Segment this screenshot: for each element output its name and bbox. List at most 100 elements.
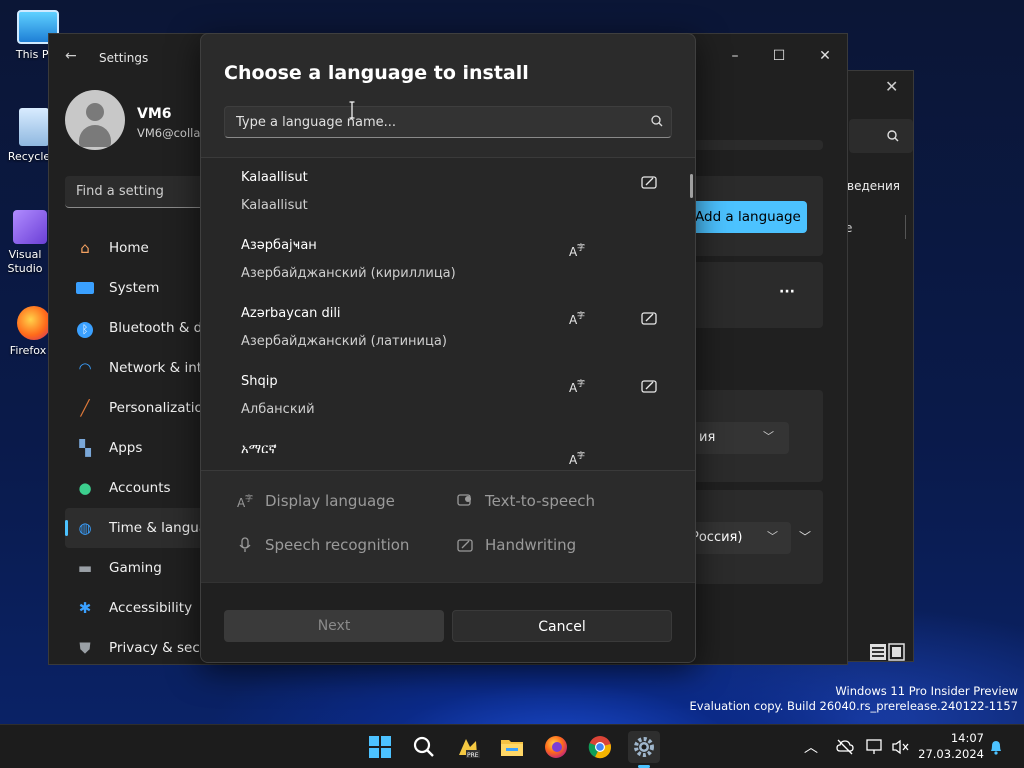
network-icon[interactable]: [866, 739, 884, 755]
visual-studio-icon: [13, 210, 47, 244]
pre-app-button[interactable]: PRE: [452, 731, 484, 763]
search-icon: [651, 115, 663, 127]
search-icon: [887, 130, 899, 142]
find-setting-placeholder: Find a setting: [76, 184, 164, 199]
list-item[interactable]: Azərbaycan dili Азербайджанский (латиниц…: [201, 294, 695, 362]
gamepad-icon: ▬: [77, 559, 93, 577]
list-item[interactable]: Азәрбајҹан Азербайджанский (кириллица) A…: [201, 226, 695, 294]
country-dropdown[interactable]: ия ﹀: [683, 422, 789, 454]
more-options-icon[interactable]: ···: [779, 284, 795, 300]
settings-button[interactable]: [628, 731, 660, 763]
volume-muted-icon[interactable]: [892, 739, 910, 755]
sidebar-item-label: Gaming: [109, 560, 162, 576]
add-language-button[interactable]: Add a language: [689, 201, 807, 233]
wifi-icon: ◠: [78, 359, 92, 377]
sidebar-item-label: Network & inte: [109, 360, 211, 376]
legend-label: Speech recognition: [265, 536, 410, 554]
chrome-button[interactable]: [584, 731, 616, 763]
search-box[interactable]: [849, 119, 913, 153]
clock-time: 14:07: [950, 731, 984, 745]
language-search-input[interactable]: [225, 107, 671, 137]
avatar[interactable]: [65, 90, 125, 150]
firefox-button[interactable]: [540, 731, 572, 763]
apps-icon: ▚: [79, 439, 91, 457]
legend-speech-recognition: Speech recognition: [237, 536, 409, 554]
user-email: VM6@collab: [137, 126, 208, 140]
legend-label: Display language: [265, 492, 395, 510]
close-icon[interactable]: ✕: [885, 77, 898, 96]
home-icon: ⌂: [80, 239, 90, 257]
feature-legend: A字 Display language Text-to-speech Speec…: [201, 472, 695, 582]
regional-format-dropdown[interactable]: Россия) ﹀: [683, 522, 791, 554]
window-title: Settings: [99, 51, 149, 65]
search-icon: [413, 736, 434, 757]
svg-text:字: 字: [577, 378, 585, 388]
chevron-down-icon: ﹀: [767, 530, 778, 543]
dialog-footer: Next Cancel: [201, 582, 695, 662]
list-item[interactable]: Shqip Албанский A字: [201, 362, 695, 430]
language-name: Азәрбајҹан: [241, 238, 317, 253]
sidebar-item-label: Accessibility: [109, 600, 193, 616]
recycle-bin-icon: [19, 108, 49, 146]
back-arrow-icon[interactable]: ←: [65, 48, 77, 64]
search-button[interactable]: [408, 731, 440, 763]
system-clock[interactable]: 14:07 27.03.2024: [918, 730, 984, 762]
maximize-button[interactable]: ☐: [759, 42, 799, 70]
brush-icon: ╱: [80, 399, 90, 417]
accessibility-icon: ✱: [78, 599, 92, 617]
legend-label: Handwriting: [485, 536, 577, 554]
language-name: Shqip: [241, 374, 278, 389]
tab-fragment[interactable]: ведения: [847, 179, 900, 193]
language-search-box[interactable]: [224, 106, 672, 138]
language-name: አማርኛ: [241, 442, 277, 457]
microphone-icon: [239, 537, 251, 552]
user-name: VM6: [137, 106, 172, 122]
legend-label: Text-to-speech: [485, 492, 596, 510]
accounts-icon: ●: [78, 479, 92, 497]
firefox-icon: [17, 306, 51, 340]
chrome-icon: [588, 736, 611, 759]
chevron-up-icon[interactable]: ︿: [804, 737, 818, 757]
close-button[interactable]: ✕: [805, 42, 845, 70]
clock-date: 27.03.2024: [918, 747, 984, 761]
view-toggle-icon[interactable]: [869, 643, 905, 661]
file-explorer-button[interactable]: [496, 731, 528, 763]
dialog-title: Choose a language to install: [224, 62, 529, 84]
avatar-body: [79, 125, 111, 147]
minimize-button[interactable]: –: [715, 42, 755, 70]
chevron-down-icon: ﹀: [763, 430, 774, 443]
sidebar-item-label: Personalization: [109, 400, 212, 416]
watermark-line1: Windows 11 Pro Insider Preview: [835, 684, 1018, 698]
handwriting-icon: [457, 539, 473, 552]
regional-format-value: Россия): [691, 530, 743, 545]
cancel-button[interactable]: Cancel: [452, 610, 672, 642]
next-button[interactable]: Next: [224, 610, 444, 642]
display-language-icon: A字: [569, 310, 585, 326]
globe-clock-icon: ◍: [78, 519, 92, 537]
cloud-offline-icon[interactable]: [836, 739, 854, 755]
settings-icon: [634, 737, 654, 757]
language-native-name: Kalaallisut: [241, 198, 308, 213]
list-item[interactable]: Kalaallisut Kalaallisut: [201, 158, 695, 226]
taskbar: PRE ︿ 14:07 27.03.2024: [0, 724, 1024, 768]
display-language-icon: A字: [569, 450, 585, 466]
language-name: Kalaallisut: [241, 170, 308, 185]
display-language-icon: A字: [569, 242, 585, 258]
start-button[interactable]: [364, 731, 396, 763]
svg-text:字: 字: [245, 493, 253, 503]
list-item[interactable]: አማርኛ A字: [201, 430, 695, 470]
sidebar-item-label: Bluetooth & de: [109, 320, 211, 336]
svg-text:字: 字: [577, 310, 585, 320]
sidebar-item-label: Apps: [109, 440, 143, 456]
notification-bell-icon[interactable]: [988, 739, 1004, 755]
start-icon: [369, 736, 391, 758]
file-explorer-icon: [501, 740, 523, 756]
text-cursor-icon: [349, 101, 355, 119]
language-native-name: Албанский: [241, 402, 315, 417]
sidebar-item-label: System: [109, 280, 160, 296]
list-scrollbar[interactable]: [690, 174, 693, 198]
expand-chevron-icon[interactable]: ﹀: [799, 528, 811, 545]
watermark-line2: Evaluation copy. Build 26040.rs_prerelea…: [689, 699, 1018, 713]
language-name: Azərbaycan dili: [241, 306, 341, 321]
language-list[interactable]: Kalaallisut Kalaallisut Азәрбајҹан Азерб…: [201, 158, 695, 470]
